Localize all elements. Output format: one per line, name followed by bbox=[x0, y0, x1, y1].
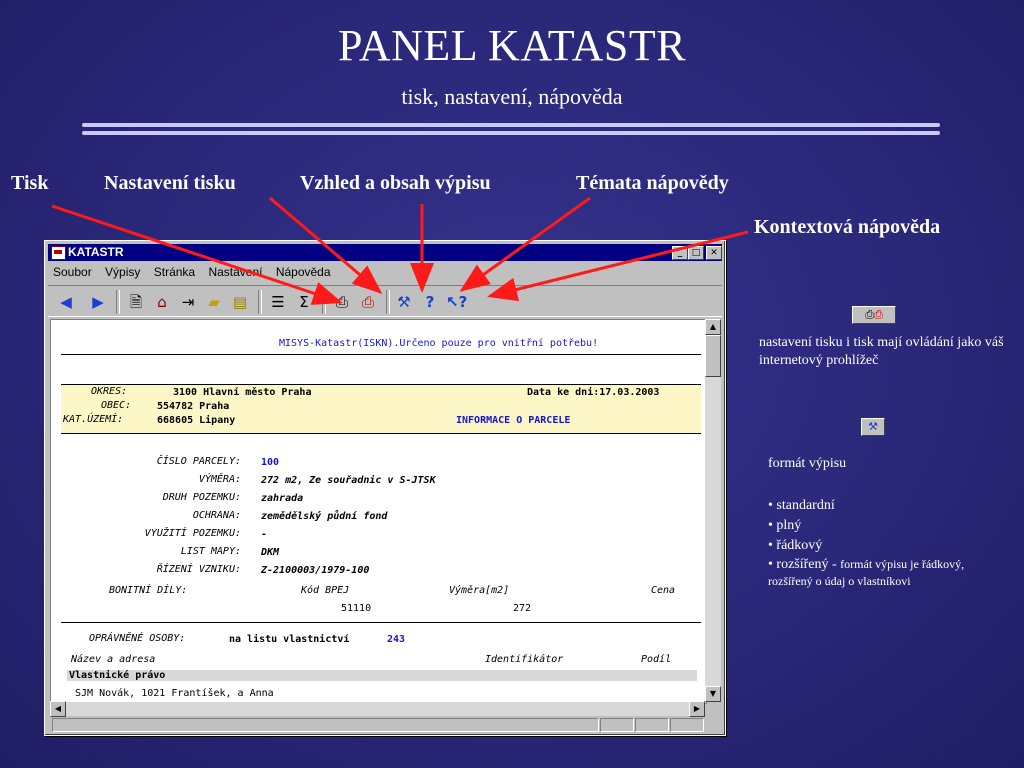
list-item: • standardní bbox=[768, 498, 835, 513]
bullet-plny: plný bbox=[776, 518, 802, 533]
bullet-rozsireny: rozšířený - bbox=[776, 557, 837, 572]
bullet-radkovy: řádkový bbox=[776, 538, 823, 553]
print-description: nastavení tisku i tisk mají ovládání jak… bbox=[759, 335, 1004, 368]
print-settings-mini-icon: ⎙⎙ bbox=[852, 306, 896, 324]
tools-mini-icon: ⚒ bbox=[861, 418, 885, 436]
list-item: • rozšířený - formát výpisu je řádkový, … bbox=[768, 557, 965, 588]
format-title: formát výpisu bbox=[768, 456, 847, 471]
list-item: • plný bbox=[768, 518, 802, 533]
callout-arrows bbox=[51, 196, 749, 305]
arrow-nastaveni-tisku bbox=[269, 196, 383, 294]
list-item: • řádkový bbox=[768, 538, 823, 553]
bullet-standardni: standardní bbox=[776, 498, 835, 513]
format-list: • standardní • plný • řádkový • rozšířen… bbox=[768, 496, 978, 590]
